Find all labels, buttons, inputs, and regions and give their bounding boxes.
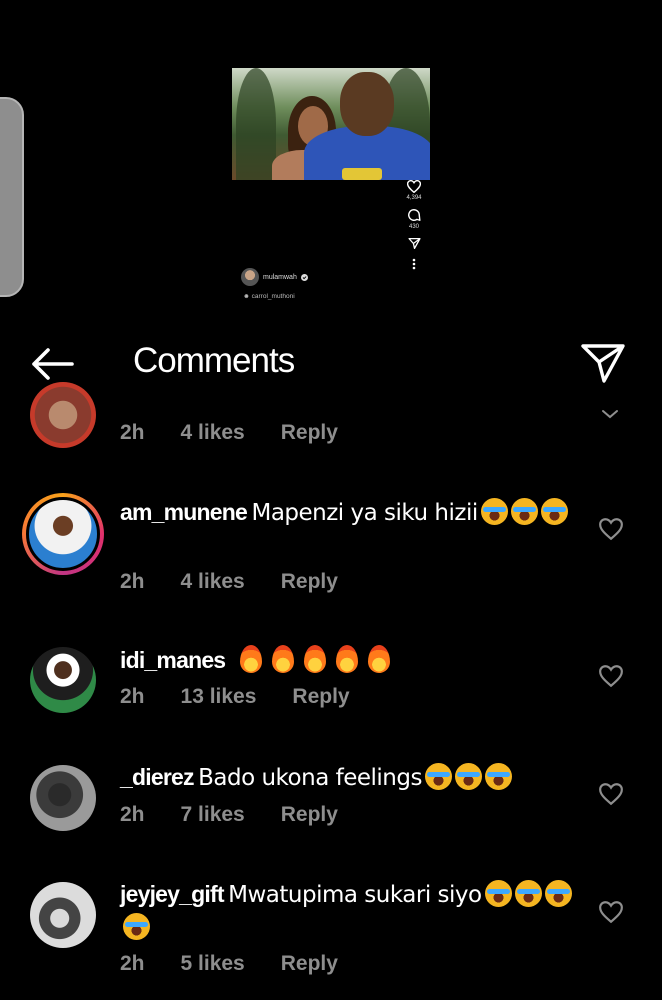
comment-meta: 2h 4 likes Reply bbox=[120, 421, 338, 445]
comment-likes-link[interactable]: 5 likes bbox=[181, 952, 245, 976]
comment-meta: 2h 7 likes Reply bbox=[120, 803, 338, 827]
author-avatar[interactable] bbox=[241, 268, 259, 286]
comment-likes-link[interactable]: 4 likes bbox=[181, 570, 245, 594]
comments-title: Comments bbox=[133, 341, 295, 380]
author-username[interactable]: mulamwah bbox=[263, 274, 297, 281]
commenter-avatar[interactable] bbox=[30, 882, 96, 948]
comment-meta: 2h 13 likes Reply bbox=[120, 685, 350, 709]
back-arrow-icon[interactable] bbox=[28, 346, 76, 382]
person-icon: ☻ bbox=[243, 293, 250, 300]
comment-text: Mwatupima sukari siyo bbox=[228, 882, 482, 908]
share-icon[interactable] bbox=[407, 237, 421, 250]
commenter-avatar[interactable] bbox=[30, 765, 96, 831]
commenter-avatar[interactable] bbox=[30, 647, 96, 713]
reply-button[interactable]: Reply bbox=[281, 952, 338, 976]
laugh-emoji-icon bbox=[422, 763, 512, 790]
paper-plane-icon[interactable] bbox=[580, 342, 626, 384]
laugh-emoji-icon bbox=[478, 498, 568, 525]
heart-outline-icon[interactable] bbox=[598, 900, 624, 924]
comment-username[interactable]: _dierez bbox=[120, 764, 194, 790]
reel-comments-count: 430 bbox=[408, 224, 419, 230]
fire-emoji-icon bbox=[230, 645, 390, 673]
comment-item: jeyjey_gift Mwatupima sukari siyo 2h 5 l… bbox=[0, 877, 662, 987]
comment-item: idi_manes 2h 13 likes Reply bbox=[0, 643, 662, 723]
reply-button[interactable]: Reply bbox=[281, 570, 338, 594]
more-options-icon[interactable] bbox=[412, 258, 416, 270]
comment-time: 2h bbox=[120, 952, 145, 975]
comment-text: Mapenzi ya siku hizii bbox=[251, 500, 478, 526]
edge-panel-handle[interactable] bbox=[0, 97, 24, 297]
comment-time: 2h bbox=[120, 421, 145, 444]
heart-outline-icon[interactable] bbox=[598, 664, 624, 688]
comment-meta: 2h 5 likes Reply bbox=[120, 952, 338, 976]
reply-button[interactable]: Reply bbox=[281, 421, 338, 445]
heart-outline-icon[interactable] bbox=[598, 517, 624, 541]
commenter-avatar[interactable] bbox=[30, 382, 96, 448]
comment-time: 2h bbox=[120, 803, 145, 826]
comment-likes-link[interactable]: 7 likes bbox=[181, 803, 245, 827]
verified-badge-icon bbox=[300, 273, 308, 281]
heart-icon[interactable] bbox=[407, 180, 421, 193]
comment-meta: 2h 4 likes Reply bbox=[120, 570, 338, 594]
comment-username[interactable]: am_munene bbox=[120, 499, 248, 525]
collaborator-username[interactable]: carrol_muthoni bbox=[252, 293, 295, 300]
comment-item: 2h 4 likes Reply bbox=[0, 382, 662, 460]
reel-preview-thumbnail[interactable] bbox=[232, 68, 430, 180]
comment-time: 2h bbox=[120, 685, 145, 708]
reel-author[interactable]: mulamwah bbox=[241, 268, 308, 286]
reply-button[interactable]: Reply bbox=[292, 685, 349, 709]
commenter-avatar-story-ring[interactable] bbox=[22, 493, 104, 575]
reel-likes-count: 4,394 bbox=[406, 195, 422, 201]
comment-username[interactable]: jeyjey_gift bbox=[120, 881, 225, 907]
heart-outline-icon[interactable] bbox=[598, 782, 624, 806]
comment-item: am_munene Mapenzi ya siku hizii 2h 4 lik… bbox=[0, 493, 662, 603]
comment-item: _dierez Bado ukona feelings 2h 7 likes R… bbox=[0, 760, 662, 840]
comment-likes-link[interactable]: 13 likes bbox=[181, 685, 257, 709]
comment-time: 2h bbox=[120, 570, 145, 593]
comments-header: Comments bbox=[0, 330, 662, 394]
comment-username[interactable]: idi_manes bbox=[120, 647, 226, 673]
reply-button[interactable]: Reply bbox=[281, 803, 338, 827]
reel-actions: 4,394 430 bbox=[400, 180, 428, 270]
comment-icon[interactable] bbox=[407, 208, 421, 222]
comment-text: Bado ukona feelings bbox=[198, 765, 422, 791]
comment-likes-link[interactable]: 4 likes bbox=[181, 421, 245, 445]
reel-collaborator[interactable]: ☻ carrol_muthoni bbox=[243, 293, 295, 300]
